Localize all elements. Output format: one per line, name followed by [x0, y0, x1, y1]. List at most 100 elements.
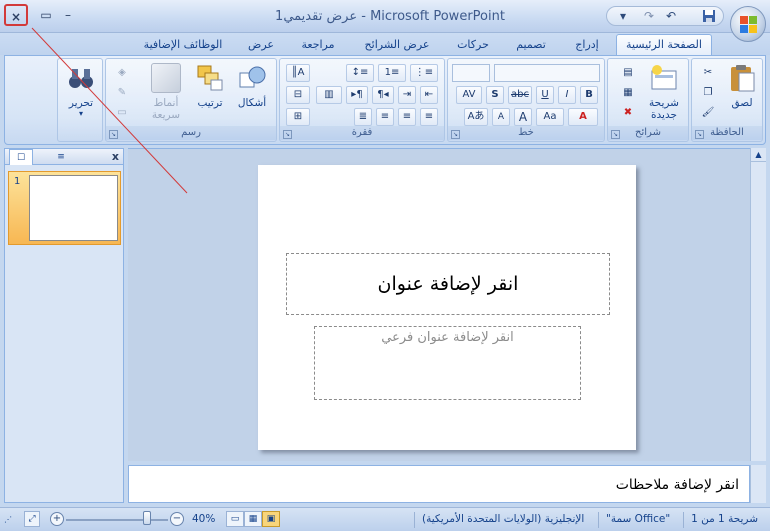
shrink-font-button[interactable]: A [492, 108, 510, 126]
text-shadow-button[interactable]: S [486, 86, 504, 104]
tab-outline[interactable]: ≡ [49, 149, 73, 165]
shapes-label: أشكال [237, 97, 267, 109]
slideshow-view-button[interactable]: ▭ [226, 511, 244, 527]
paste-button[interactable]: لصق [724, 63, 760, 109]
tab-addins[interactable]: الوظائف الإضافية [140, 35, 226, 55]
language[interactable]: الإنجليزية (الولايات المتحدة الأمريكية) [422, 513, 584, 525]
align-text-icon[interactable]: ⊟ [286, 86, 310, 104]
dialog-launcher-icon[interactable]: ↘ [695, 130, 704, 139]
title-placeholder[interactable]: انقر لإضافة عنوان [286, 253, 610, 315]
reset-icon[interactable]: ▦ [620, 85, 636, 101]
slide-thumbnail-selected[interactable]: 1 [8, 171, 121, 245]
save-icon[interactable] [701, 9, 717, 23]
dialog-launcher-icon[interactable]: ↘ [109, 130, 118, 139]
scroll-up-icon[interactable]: ▲ [751, 148, 766, 162]
format-painter-icon[interactable]: 🖌 [700, 105, 716, 121]
char-spacing-button[interactable]: AV [456, 86, 482, 104]
numbering-icon[interactable]: 1≡ [378, 64, 406, 82]
increase-indent-icon[interactable]: ⇥ [398, 86, 416, 104]
tab-design[interactable]: تصميم [508, 35, 554, 55]
tab-home[interactable]: الصفحة الرئيسية [616, 34, 712, 56]
align-left-icon[interactable]: ≡ [376, 108, 394, 126]
italic-button[interactable]: I [558, 86, 576, 104]
strikethrough-button[interactable]: abc [508, 86, 532, 104]
editing-button[interactable]: تحرير ▾ [62, 63, 100, 118]
tab-slides[interactable]: ☐ [9, 149, 33, 165]
shapes-button[interactable]: أشكال [230, 63, 274, 109]
clear-format-icon[interactable]: Aあ [464, 108, 488, 126]
group-paragraph: ⋮≡ 1≡ ↕≡ ║A ⇤ ⇥ ¶◂ ▸¶ ▥ ⊟ ≡ ≡ ≡ ≣ ⊞ فقرة… [279, 58, 445, 142]
cut-icon[interactable]: ✂ [700, 65, 716, 81]
divider [414, 512, 415, 528]
font-size-combo[interactable] [452, 64, 490, 82]
notes-placeholder[interactable]: انقر لإضافة ملاحظات [616, 477, 739, 493]
notes-pane[interactable]: انقر لإضافة ملاحظات [128, 465, 750, 503]
tab-view[interactable]: عرض [240, 35, 282, 55]
minimize-button[interactable]: – [56, 4, 80, 26]
decrease-indent-icon[interactable]: ⇤ [420, 86, 438, 104]
slide[interactable]: انقر لإضافة عنوان انقر لإضافة عنوان فرعي [258, 165, 636, 450]
bold-button[interactable]: B [580, 86, 598, 104]
zoom-out-button[interactable]: − [170, 512, 184, 526]
line-spacing-icon[interactable]: ↕≡ [346, 64, 374, 82]
bullets-icon[interactable]: ⋮≡ [410, 64, 438, 82]
notes-scrollbar[interactable] [750, 465, 766, 503]
dialog-launcher-icon[interactable]: ↘ [283, 130, 292, 139]
title-bar: × ▭ – عرض تقديمي1 - Microsoft PowerPoint… [0, 0, 770, 42]
justify-icon[interactable]: ≣ [354, 108, 372, 126]
office-logo-yellow [749, 25, 757, 33]
close-button[interactable]: × [4, 4, 28, 26]
slide-thumbnail[interactable] [29, 175, 118, 241]
shape-outline-icon[interactable]: ✎ [114, 85, 130, 101]
rtl-icon[interactable]: ¶◂ [372, 86, 394, 104]
close-icon[interactable]: x [112, 149, 119, 165]
arrange-button[interactable]: ترتيب [190, 63, 230, 109]
tab-insert[interactable]: إدراج [568, 35, 606, 55]
slide-sorter-button[interactable]: ▦ [244, 511, 262, 527]
slide-number: 1 [14, 176, 21, 187]
ltr-icon[interactable]: ▸¶ [346, 86, 368, 104]
zoom-level[interactable]: 40% [192, 513, 215, 525]
fit-to-window-icon[interactable]: ⤢ [24, 511, 40, 527]
dialog-launcher-icon[interactable]: ↘ [451, 130, 460, 139]
redo-icon[interactable]: ↷ [641, 9, 657, 23]
group-drawing: أشكال ترتيب أنماط سريعة ◈ ✎ ▭ رسم ↘ [105, 58, 277, 142]
font-color-button[interactable]: A [568, 108, 598, 126]
dialog-launcher-icon[interactable]: ↘ [611, 130, 620, 139]
vertical-scrollbar[interactable]: ▲ [750, 148, 766, 461]
columns-icon[interactable]: ▥ [316, 86, 342, 104]
smartart-icon[interactable]: ⊞ [286, 108, 310, 126]
quick-styles-button[interactable]: أنماط سريعة [144, 63, 188, 121]
text-direction-icon[interactable]: ║A [286, 64, 310, 82]
tab-slideshow[interactable]: عرض الشرائح [356, 35, 438, 55]
delete-slide-icon[interactable]: ✖ [620, 105, 636, 121]
quick-styles-label-2: سريعة [151, 109, 181, 121]
font-name-combo[interactable] [494, 64, 600, 82]
underline-button[interactable]: U [536, 86, 554, 104]
arrange-icon [195, 63, 225, 93]
align-right-icon[interactable]: ≡ [420, 108, 438, 126]
maximize-button[interactable]: ▭ [34, 4, 58, 26]
tab-review[interactable]: مراجعة [292, 35, 344, 55]
layout-icon[interactable]: ▤ [620, 65, 636, 81]
normal-view-button[interactable]: ▣ [262, 511, 280, 527]
zoom-slider-thumb[interactable] [143, 511, 151, 525]
subtitle-placeholder[interactable]: انقر لإضافة عنوان فرعي [314, 326, 581, 400]
shape-effects-icon[interactable]: ▭ [114, 105, 130, 121]
group-editing: تحرير ▾ [57, 58, 103, 142]
new-slide-button[interactable]: شريحة جديدة [642, 63, 686, 121]
tab-animations[interactable]: حركات [452, 35, 494, 55]
chevron-down-icon[interactable]: ▾ [615, 9, 631, 23]
zoom-in-button[interactable]: + [50, 512, 64, 526]
zoom-slider[interactable] [66, 519, 168, 521]
theme-name[interactable]: "سمة Office" [606, 513, 670, 525]
undo-icon[interactable]: ↶ [663, 9, 679, 23]
grow-font-button[interactable]: A [514, 108, 532, 126]
office-button[interactable] [730, 6, 766, 42]
align-center-icon[interactable]: ≡ [398, 108, 416, 126]
copy-icon[interactable]: ❐ [700, 85, 716, 101]
slides-pane: ☐ ≡ x 1 [4, 148, 124, 503]
resize-grip-icon[interactable]: ⋰ [4, 515, 12, 524]
change-case-button[interactable]: Aa [536, 108, 564, 126]
shape-fill-icon[interactable]: ◈ [114, 65, 130, 81]
